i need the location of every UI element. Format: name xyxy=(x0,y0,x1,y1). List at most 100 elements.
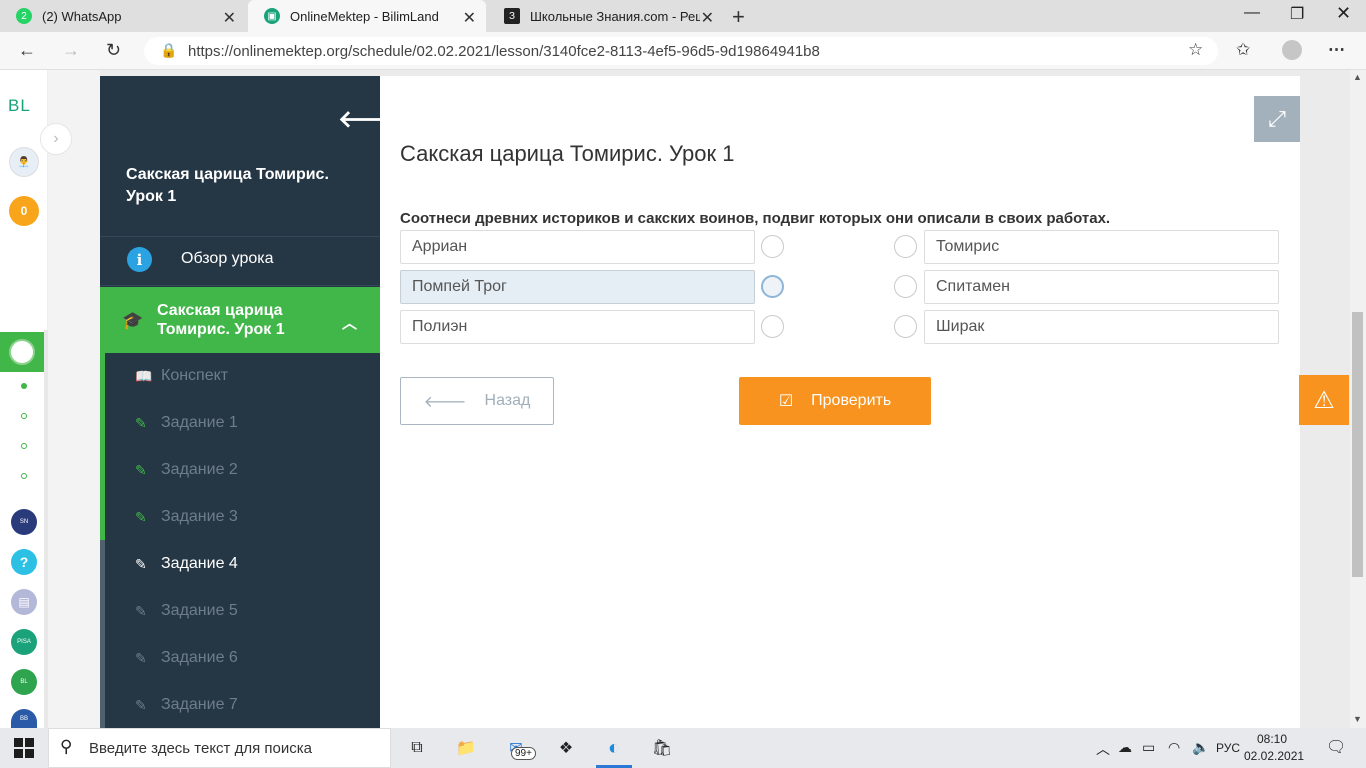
match-left-item-selected[interactable]: Помпей Трог xyxy=(400,270,755,304)
back-button-label: Назад xyxy=(484,392,531,409)
tab-whatsapp[interactable]: 2 (2) WhatsApp ✕ xyxy=(0,0,246,32)
match-right-item[interactable]: Ширак xyxy=(924,310,1279,344)
scroll-down-icon[interactable]: ▼ xyxy=(1353,714,1362,724)
onlinemektep-icon xyxy=(9,339,35,365)
sidebar-item-task-2[interactable]: ✎ Задание 2 xyxy=(135,458,238,482)
pisa-icon[interactable]: PISA xyxy=(11,629,37,655)
tab-title: (2) WhatsApp xyxy=(42,8,122,24)
page-gutter xyxy=(48,70,100,728)
match-left-radio[interactable] xyxy=(761,315,784,338)
wifi-icon[interactable]: ◠ xyxy=(1168,739,1180,756)
add-favorite-icon[interactable]: ☆ xyxy=(1188,40,1203,60)
match-left-item[interactable]: Арриан xyxy=(400,230,755,264)
bilimland-app-icon[interactable]: BL xyxy=(11,669,37,695)
profile-icon[interactable] xyxy=(1282,40,1302,60)
show-hidden-icons-icon[interactable]: ︿ xyxy=(1096,739,1110,759)
scroll-up-icon[interactable]: ▲ xyxy=(1353,72,1362,82)
sidebar-item-task-6[interactable]: ✎ Задание 6 xyxy=(135,646,238,670)
warning-report-icon[interactable]: ⚠ xyxy=(1299,375,1349,425)
restore-icon[interactable]: ❐ xyxy=(1290,4,1304,24)
sidebar-title: Сакская царица Томирис. Урок 1 xyxy=(126,166,329,205)
rail-dot[interactable] xyxy=(21,383,27,389)
library-icon[interactable]: ▤ xyxy=(11,589,37,615)
match-left-radio-selected[interactable] xyxy=(761,275,784,298)
rail-dot[interactable] xyxy=(21,413,27,419)
close-tab-icon[interactable]: ✕ xyxy=(701,8,714,28)
page-scrollbar-thumb[interactable] xyxy=(1352,312,1363,577)
match-right-radio[interactable] xyxy=(894,275,917,298)
sidebar-item-label: Задание 3 xyxy=(161,508,238,525)
rail-dot[interactable] xyxy=(21,443,27,449)
chevron-up-icon[interactable]: ︿ xyxy=(342,312,357,333)
sidebar-item-task-1[interactable]: ✎ Задание 1 xyxy=(135,411,238,435)
sidebar-item-task-4[interactable]: ✎ Задание 4 xyxy=(135,552,238,576)
new-tab-button[interactable]: + xyxy=(732,4,745,30)
edit-icon: ✎ xyxy=(135,414,147,431)
match-right-item[interactable]: Томирис xyxy=(924,230,1279,264)
file-explorer-icon[interactable]: 📁 xyxy=(453,736,479,760)
fullscreen-expand-icon[interactable]: ⤢ xyxy=(1254,96,1300,142)
sidebar-item-task-3[interactable]: ✎ Задание 3 xyxy=(135,505,238,529)
bilimland-logo[interactable]: BL xyxy=(8,96,31,116)
close-tab-icon[interactable]: ✕ xyxy=(463,8,476,28)
tab-onlinemektep[interactable]: ▣ OnlineMektep - BilimLand ✕ xyxy=(248,0,486,32)
favorites-icon[interactable]: ✩ xyxy=(1236,40,1250,60)
url-field[interactable]: https://onlinemektep.org/schedule/02.02.… xyxy=(144,37,1218,65)
minimize-icon[interactable]: — xyxy=(1244,4,1260,22)
notifications-icon[interactable]: 🗨 xyxy=(1326,737,1346,757)
user-avatar[interactable]: 👨‍💼 xyxy=(9,147,39,177)
bilimland-icon: ▣ xyxy=(264,8,280,24)
progress-bar-done xyxy=(100,287,105,540)
volume-icon[interactable]: 🔈 xyxy=(1192,739,1209,756)
back-nav-icon[interactable]: ← xyxy=(18,40,36,61)
match-right-radio[interactable] xyxy=(894,235,917,258)
sidebar-item-task-5[interactable]: ✎ Задание 5 xyxy=(135,599,238,623)
store-icon[interactable]: 🛍 xyxy=(649,736,675,760)
taskbar-clock[interactable]: 08:10 02.02.2021 xyxy=(1244,731,1305,765)
book-icon: 📖 xyxy=(135,367,153,384)
sidebar-item-label: Задание 2 xyxy=(161,461,238,478)
match-left-radio[interactable] xyxy=(761,235,784,258)
match-right-item[interactable]: Спитамен xyxy=(924,270,1279,304)
expand-rail-button[interactable]: › xyxy=(40,123,72,155)
rail-dot[interactable] xyxy=(21,473,27,479)
help-icon[interactable]: ? xyxy=(11,549,37,575)
forward-nav-icon[interactable]: → xyxy=(62,40,80,61)
smart-nation-icon[interactable]: SN xyxy=(11,509,37,535)
rail-scrollbar[interactable] xyxy=(44,330,48,728)
coins-badge[interactable]: 0 xyxy=(9,196,39,226)
progress-bar-pending xyxy=(100,540,105,728)
match-left-item[interactable]: Полиэн xyxy=(400,310,755,344)
windows-start-icon[interactable] xyxy=(14,738,34,758)
onlinemektep-rail-item[interactable] xyxy=(0,332,44,372)
edge-browser-icon[interactable]: ◐ xyxy=(601,736,627,760)
close-window-icon[interactable]: ✕ xyxy=(1336,3,1351,24)
check-button[interactable]: ☑ Проверить xyxy=(739,377,931,425)
sidebar-item-label: Задание 4 xyxy=(161,555,238,572)
taskbar-search-input[interactable]: Введите здесь текст для поиска xyxy=(48,728,391,768)
sidebar-item-label: Задание 1 xyxy=(161,414,238,431)
edit-icon: ✎ xyxy=(135,696,147,713)
close-tab-icon[interactable]: ✕ xyxy=(223,8,236,28)
tab-znania[interactable]: З Школьные Знания.com - Решае ✕ xyxy=(488,0,724,32)
sidebar-item-label: Конспект xyxy=(161,367,229,384)
mail-badge: 99+ xyxy=(511,747,536,760)
match-right-radio[interactable] xyxy=(894,315,917,338)
onedrive-icon[interactable]: ☁ xyxy=(1118,739,1132,756)
lesson-title: Сакская царица Томирис. Урок 1 xyxy=(400,141,735,166)
refresh-icon[interactable]: ↻ xyxy=(106,40,121,61)
checkbox-icon: ☑ xyxy=(778,393,794,410)
bilimbook-icon[interactable]: BB xyxy=(11,709,37,728)
language-indicator[interactable]: РУС xyxy=(1216,741,1240,755)
sidebar-item-konspekt[interactable]: 📖 Конспект xyxy=(135,364,228,388)
sidebar-item-task-7[interactable]: ✎ Задание 7 xyxy=(135,693,238,717)
sidebar-item-label: Обзор урока xyxy=(181,250,274,267)
more-menu-icon[interactable]: ⋯ xyxy=(1328,40,1345,60)
sidebar-section-label: Сакская царица Томирис. Урок 1 xyxy=(157,302,285,338)
lock-icon[interactable]: 🔒 xyxy=(160,42,177,59)
clock-date: 02.02.2021 xyxy=(1244,749,1305,763)
back-button[interactable]: 🡐 Назад xyxy=(400,377,554,425)
battery-icon[interactable]: ▭ xyxy=(1142,739,1155,756)
task-view-icon[interactable]: ⧉ xyxy=(404,736,430,760)
dropbox-icon[interactable]: ❖ xyxy=(553,736,579,760)
